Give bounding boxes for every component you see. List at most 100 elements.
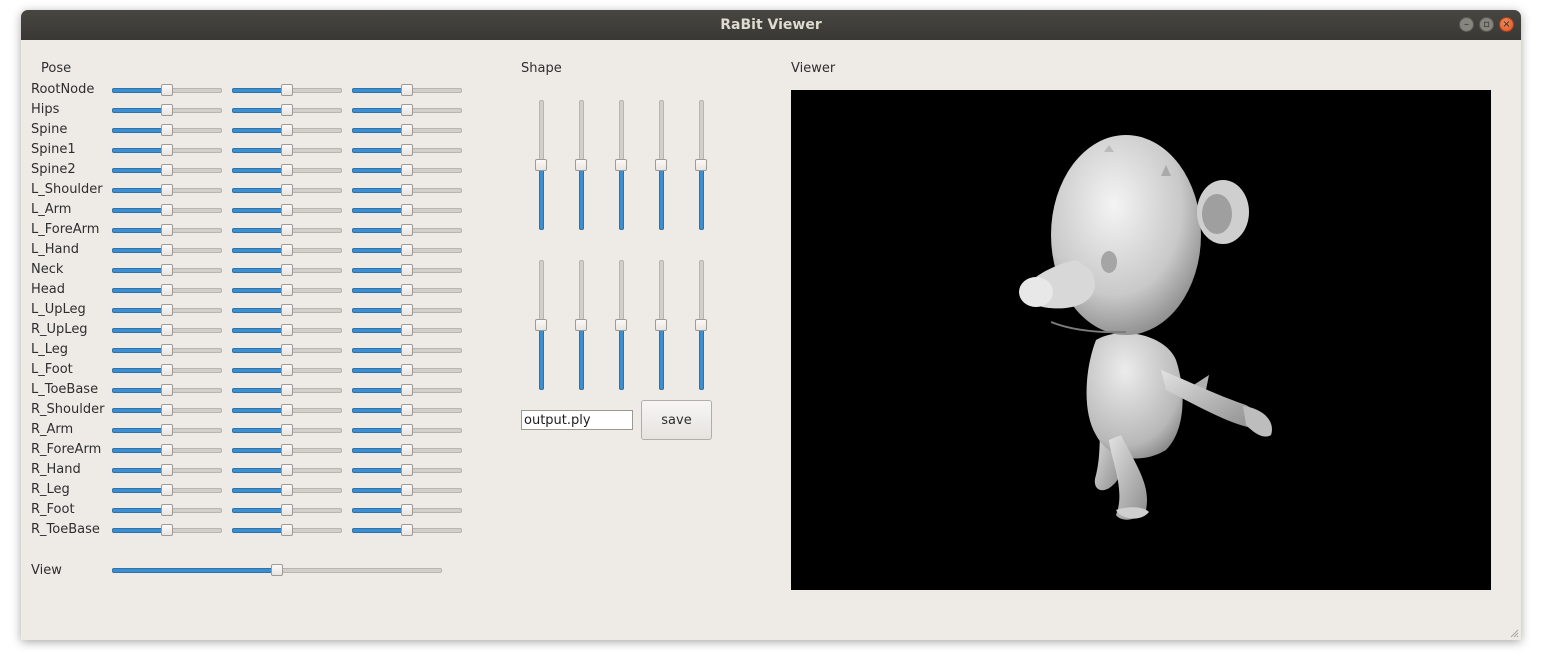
slider-handle[interactable] [161,384,173,396]
slider-handle[interactable] [161,284,173,296]
pose-slider-z[interactable] [352,362,462,378]
pose-slider-x[interactable] [112,322,222,338]
pose-slider-y[interactable] [232,122,342,138]
title-bar[interactable]: RaBit Viewer – ▫ × [21,10,1521,40]
pose-slider-z[interactable] [352,102,462,118]
slider-handle[interactable] [161,224,173,236]
slider-handle[interactable] [281,244,293,256]
pose-slider-y[interactable] [232,222,342,238]
view-slider[interactable] [112,562,442,578]
slider-handle[interactable] [401,344,413,356]
slider-handle[interactable] [161,324,173,336]
slider-handle[interactable] [281,524,293,536]
shape-slider[interactable] [613,260,629,390]
pose-slider-x[interactable] [112,422,222,438]
slider-handle[interactable] [161,404,173,416]
slider-handle[interactable] [281,424,293,436]
pose-slider-x[interactable] [112,302,222,318]
pose-slider-z[interactable] [352,502,462,518]
pose-slider-z[interactable] [352,302,462,318]
pose-slider-z[interactable] [352,282,462,298]
pose-slider-z[interactable] [352,162,462,178]
pose-slider-y[interactable] [232,142,342,158]
slider-handle[interactable] [401,444,413,456]
shape-slider[interactable] [573,260,589,390]
slider-handle[interactable] [161,84,173,96]
pose-slider-y[interactable] [232,422,342,438]
slider-handle[interactable] [161,144,173,156]
slider-handle[interactable] [281,224,293,236]
pose-slider-x[interactable] [112,122,222,138]
pose-slider-y[interactable] [232,362,342,378]
slider-handle[interactable] [401,504,413,516]
slider-handle[interactable] [161,164,173,176]
pose-slider-y[interactable] [232,502,342,518]
pose-slider-z[interactable] [352,422,462,438]
slider-handle[interactable] [281,104,293,116]
slider-handle[interactable] [161,524,173,536]
pose-slider-y[interactable] [232,382,342,398]
pose-slider-x[interactable] [112,82,222,98]
slider-handle[interactable] [401,324,413,336]
pose-slider-x[interactable] [112,342,222,358]
3d-viewport[interactable] [791,90,1491,590]
slider-handle[interactable] [281,284,293,296]
slider-handle[interactable] [161,264,173,276]
slider-handle[interactable] [401,364,413,376]
slider-handle[interactable] [161,464,173,476]
slider-handle[interactable] [401,424,413,436]
slider-handle[interactable] [535,319,547,331]
pose-slider-z[interactable] [352,182,462,198]
slider-handle[interactable] [281,324,293,336]
slider-handle[interactable] [161,204,173,216]
slider-handle[interactable] [401,284,413,296]
pose-slider-z[interactable] [352,82,462,98]
save-button[interactable]: save [641,400,712,440]
pose-slider-z[interactable] [352,382,462,398]
slider-handle[interactable] [401,104,413,116]
pose-slider-x[interactable] [112,462,222,478]
pose-slider-y[interactable] [232,522,342,538]
slider-handle[interactable] [161,244,173,256]
pose-slider-y[interactable] [232,82,342,98]
shape-slider[interactable] [693,260,709,390]
slider-handle[interactable] [401,224,413,236]
slider-handle[interactable] [281,124,293,136]
pose-slider-z[interactable] [352,242,462,258]
slider-handle[interactable] [161,484,173,496]
slider-handle[interactable] [401,464,413,476]
pose-slider-z[interactable] [352,222,462,238]
slider-handle[interactable] [655,319,667,331]
shape-slider[interactable] [533,100,549,230]
slider-handle[interactable] [161,504,173,516]
pose-slider-y[interactable] [232,242,342,258]
pose-slider-x[interactable] [112,402,222,418]
pose-slider-z[interactable] [352,322,462,338]
slider-handle[interactable] [401,404,413,416]
slider-handle[interactable] [695,319,707,331]
shape-slider[interactable] [653,260,669,390]
pose-slider-z[interactable] [352,402,462,418]
slider-handle[interactable] [401,164,413,176]
slider-handle[interactable] [615,159,627,171]
resize-grip-icon[interactable] [1509,628,1519,638]
slider-handle[interactable] [401,384,413,396]
slider-handle[interactable] [281,344,293,356]
pose-slider-x[interactable] [112,222,222,238]
pose-slider-x[interactable] [112,522,222,538]
pose-slider-z[interactable] [352,202,462,218]
slider-handle[interactable] [281,464,293,476]
minimize-button[interactable]: – [1459,17,1474,32]
slider-handle[interactable] [401,124,413,136]
pose-slider-y[interactable] [232,322,342,338]
pose-slider-x[interactable] [112,142,222,158]
pose-slider-y[interactable] [232,282,342,298]
pose-slider-z[interactable] [352,342,462,358]
slider-handle[interactable] [401,204,413,216]
pose-slider-x[interactable] [112,502,222,518]
slider-handle[interactable] [401,264,413,276]
pose-slider-z[interactable] [352,142,462,158]
pose-slider-y[interactable] [232,202,342,218]
slider-handle[interactable] [161,344,173,356]
slider-handle[interactable] [281,264,293,276]
